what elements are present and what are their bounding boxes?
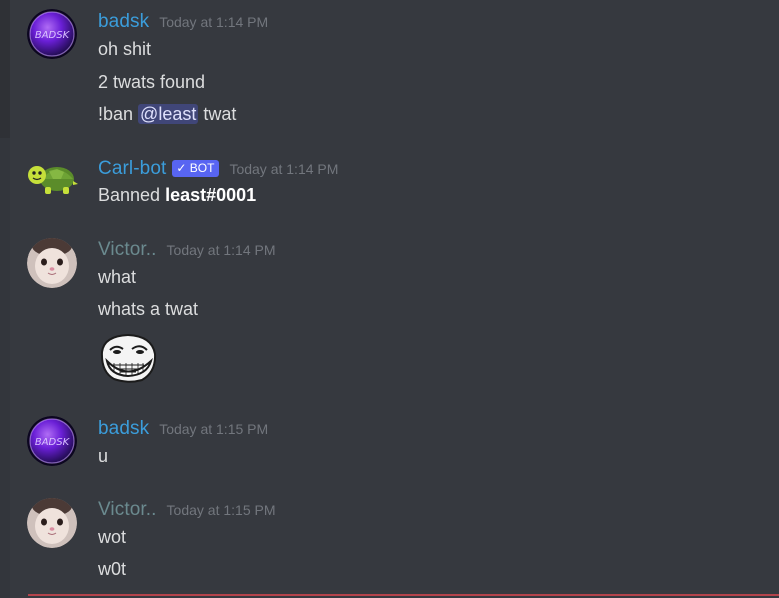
left-rail [0, 0, 10, 598]
username[interactable]: badsk [98, 11, 149, 33]
chat-message-list[interactable]: BADSK badsk Today at 1:14 PM oh shit 2 t… [0, 0, 779, 598]
timestamp: Today at 1:14 PM [229, 161, 339, 177]
new-messages-divider [28, 594, 779, 596]
purple-orb-avatar[interactable]: BADSK [27, 9, 77, 59]
timestamp: Today at 1:14 PM [159, 14, 269, 30]
turtle-avatar[interactable] [27, 157, 78, 207]
svg-text:BADSK: BADSK [35, 30, 71, 41]
trollface-emoji[interactable] [98, 332, 158, 384]
message-text: wot [98, 527, 127, 547]
user-mention[interactable]: @least [138, 104, 199, 124]
command-text: !ban [98, 104, 139, 124]
message-text: !ban @least twat [98, 104, 236, 125]
command-text: twat [198, 104, 237, 124]
message-text: 2 twats found [98, 72, 206, 92]
message-text: Banned least#0001 [98, 185, 257, 205]
purple-orb-avatar[interactable]: BADSK [27, 416, 77, 466]
message-text: what [98, 267, 137, 287]
message-text: u [98, 446, 109, 466]
message-text: oh shit [98, 39, 152, 59]
username[interactable]: badsk [98, 418, 149, 440]
message-text: w0t [98, 559, 127, 579]
cat-face-avatar[interactable] [27, 498, 77, 548]
banned-user: least#0001 [165, 185, 257, 205]
timestamp: Today at 1:15 PM [159, 421, 269, 437]
username[interactable]: Victor.. [98, 499, 157, 521]
timestamp: Today at 1:15 PM [166, 502, 276, 518]
message-text: whats a twat [98, 299, 199, 319]
username[interactable]: Carl-bot [98, 158, 166, 180]
timestamp: Today at 1:14 PM [166, 242, 276, 258]
svg-text:BADSK: BADSK [35, 437, 71, 448]
cat-face-avatar[interactable] [27, 238, 77, 288]
username[interactable]: Victor.. [98, 239, 157, 261]
bot-badge: ✓ BOT [172, 159, 220, 177]
